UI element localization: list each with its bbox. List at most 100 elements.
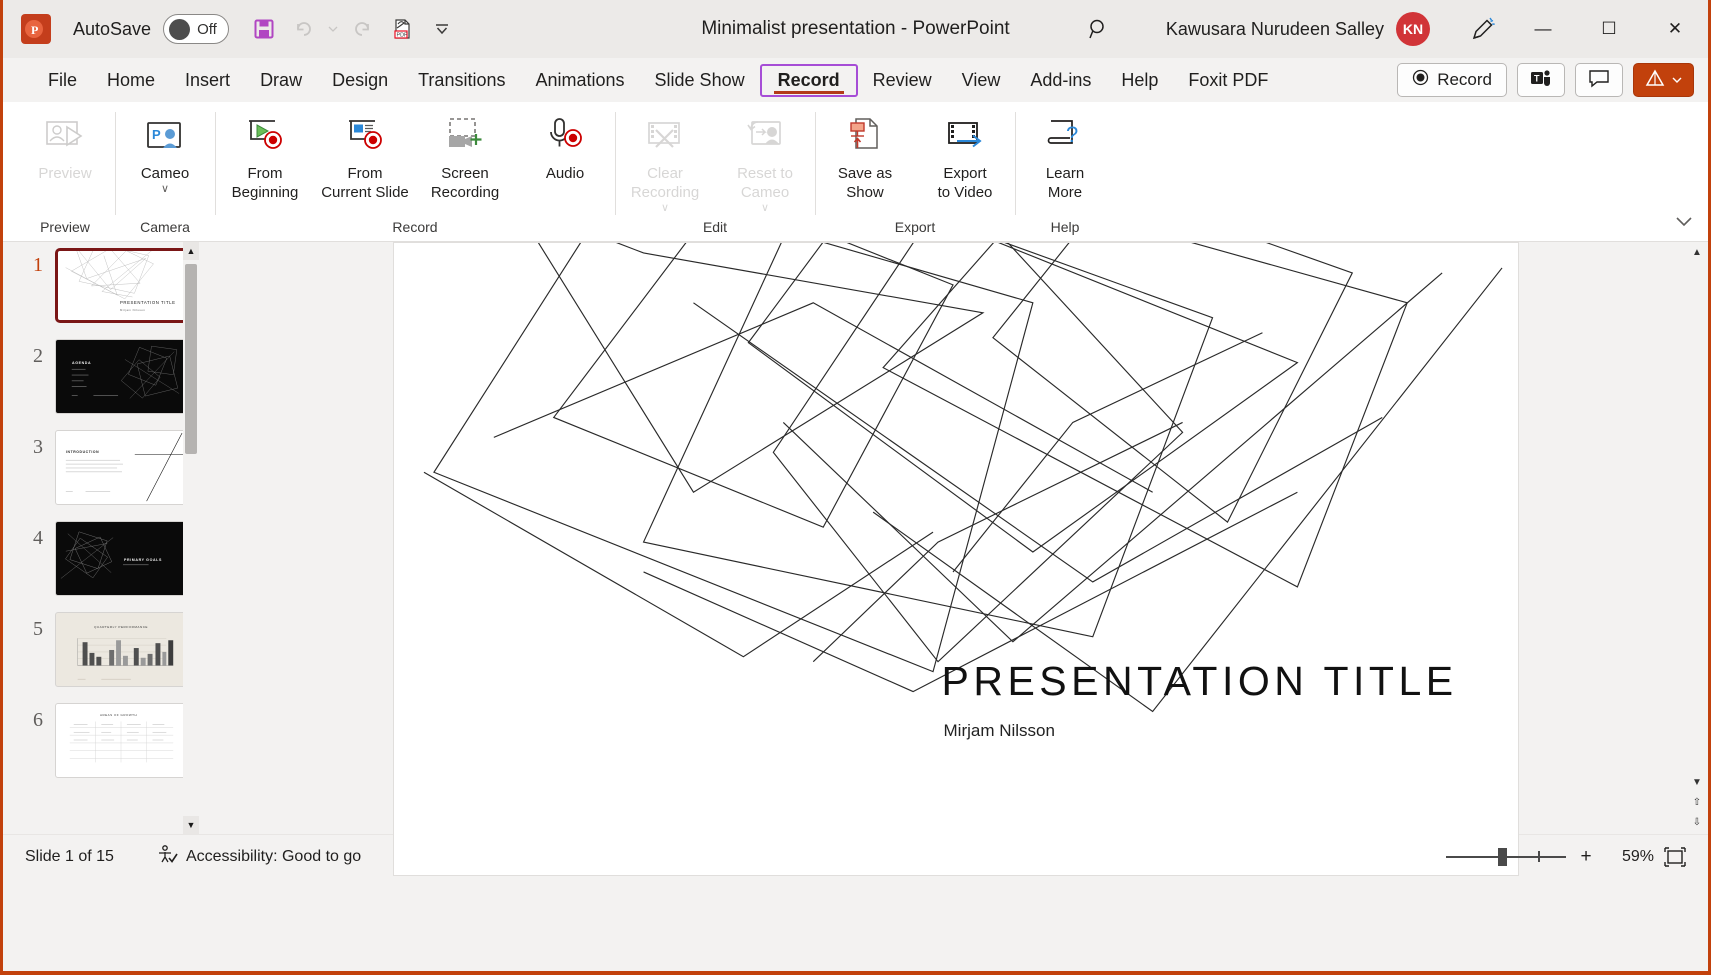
teams-icon: T [1530, 68, 1552, 93]
user-name-label: Kawusara Nurudeen Salley [1166, 19, 1384, 40]
audio-button[interactable]: Audio [517, 110, 613, 187]
title-bar: P AutoSave Off [3, 0, 1708, 58]
ink-pen-icon[interactable] [1456, 6, 1510, 52]
teams-button[interactable]: T [1517, 63, 1565, 97]
undo-icon[interactable] [285, 10, 323, 48]
zoom-percent-label[interactable]: 59% [1606, 848, 1654, 866]
reset-to-cameo-button[interactable]: Reset to Cameo ∨ [717, 110, 813, 218]
save-as-show-button[interactable]: Save as Show [817, 110, 913, 206]
accessibility-icon [156, 844, 178, 871]
thumbnail-scroll-thumb[interactable] [185, 264, 197, 454]
save-icon[interactable] [245, 10, 283, 48]
slide-scroll-down-icon[interactable]: ▼ [1688, 772, 1706, 792]
export-pdf-icon[interactable]: PDF [383, 10, 421, 48]
zoom-default-tick [1538, 851, 1540, 862]
avatar[interactable]: KN [1396, 12, 1430, 46]
tab-record[interactable]: Record [760, 64, 858, 97]
tab-view[interactable]: View [947, 65, 1016, 96]
thumbnail-row-4[interactable]: 4 PRIMARY GOALS [3, 521, 203, 596]
slide-thumbnail-1[interactable]: PRESENTATION TITLE Mirjam Nilsson [55, 248, 188, 323]
slide-subtitle[interactable]: Mirjam Nilsson [944, 721, 1055, 741]
thumbnail-row-3[interactable]: 3 INTRODUCTION [3, 430, 203, 505]
thumbnail-row-6[interactable]: 6 AREAS OF GROWTH [3, 703, 203, 778]
svg-text:P: P [31, 23, 38, 37]
screen-recording-label: Screen Recording [431, 164, 499, 202]
zoom-slider-handle[interactable] [1498, 848, 1507, 866]
clear-recording-button[interactable]: Clear Recording ∨ [617, 110, 713, 218]
slide-scroll-up-icon[interactable]: ▲ [1688, 242, 1706, 262]
ribbon-group-export: Save as Show Export to Video Export [815, 102, 1015, 241]
powerpoint-logo-icon: P [21, 14, 51, 44]
fit-slide-to-window-button[interactable] [1658, 841, 1692, 873]
slide-thumbnail-5[interactable]: QUARTERLY PERFORMANCE [55, 612, 188, 687]
thumbnail-scrollbar[interactable]: ▲ ▼ [183, 242, 199, 834]
undo-dropdown-icon[interactable] [325, 10, 341, 48]
tab-animations[interactable]: Animations [520, 65, 639, 96]
thumbnail-row-5[interactable]: 5 [3, 612, 203, 687]
next-slide-icon[interactable]: ⇩ [1688, 812, 1706, 832]
close-button[interactable]: ✕ [1642, 0, 1708, 58]
tab-review[interactable]: Review [858, 65, 947, 96]
svg-text:?: ? [1066, 122, 1078, 147]
slide-scrollbar[interactable]: ▲ ▼ ⇧ ⇩ [1688, 242, 1706, 834]
thumbnail-title: INTRODUCTION [66, 450, 99, 454]
search-icon[interactable] [1076, 6, 1122, 52]
autosave-toggle[interactable]: Off [163, 14, 229, 44]
reset-to-cameo-dropdown-icon[interactable]: ∨ [761, 203, 769, 214]
slide-title[interactable]: PRESENTATION TITLE [942, 658, 1458, 705]
preview-button[interactable]: Preview [17, 110, 113, 187]
slide-counter[interactable]: Slide 1 of 15 [19, 844, 120, 870]
maximize-button[interactable]: ☐ [1576, 0, 1642, 58]
clear-recording-dropdown-icon[interactable]: ∨ [661, 203, 669, 214]
screen-recording-button[interactable]: Screen Recording [417, 110, 513, 206]
tab-draw[interactable]: Draw [245, 65, 317, 96]
export-to-video-label: Export to Video [938, 164, 993, 202]
thumbnail-number: 4 [17, 521, 43, 550]
comments-button[interactable] [1575, 63, 1623, 97]
zoom-in-button[interactable]: + [1576, 846, 1596, 868]
svg-text:P: P [152, 127, 161, 142]
redo-icon[interactable] [343, 10, 381, 48]
collapse-ribbon-icon[interactable] [1674, 214, 1694, 233]
thumbnail-row-2[interactable]: 2 AGENDA [3, 339, 203, 414]
record-from-beginning-button[interactable]: From Beginning [217, 110, 313, 206]
export-to-video-button[interactable]: Export to Video [917, 110, 1013, 206]
minimize-button[interactable]: — [1510, 0, 1576, 58]
tab-add-ins[interactable]: Add-ins [1015, 65, 1106, 96]
slide-editing-pane: PRESENTATION TITLE Mirjam Nilsson ▲ ▼ ⇧ … [203, 242, 1708, 834]
tab-foxit-pdf[interactable]: Foxit PDF [1173, 65, 1283, 96]
tab-transitions[interactable]: Transitions [403, 65, 520, 96]
preview-button-label: Preview [38, 164, 91, 183]
share-dropdown-icon[interactable] [1671, 70, 1683, 90]
slide-thumbnail-3[interactable]: INTRODUCTION [55, 430, 188, 505]
clear-recording-icon [642, 114, 688, 160]
current-slide[interactable]: PRESENTATION TITLE Mirjam Nilsson [393, 242, 1519, 876]
record-from-current-slide-button[interactable]: From Current Slide [317, 110, 413, 206]
save-as-show-icon [842, 114, 888, 160]
zoom-track[interactable] [1446, 856, 1566, 858]
cameo-dropdown-icon[interactable]: ∨ [161, 184, 169, 195]
share-button[interactable] [1633, 63, 1694, 97]
ribbon-group-label-record: Record [215, 219, 615, 241]
record-button[interactable]: Record [1397, 63, 1507, 97]
titlebar-right: Kawusara Nurudeen Salley KN — ☐ ✕ [1076, 0, 1708, 58]
thumbnail-scroll-up-icon[interactable]: ▲ [183, 242, 199, 260]
tab-design[interactable]: Design [317, 65, 403, 96]
ribbon-group-label-help: Help [1015, 219, 1115, 241]
tab-file[interactable]: File [33, 65, 92, 96]
tab-help[interactable]: Help [1106, 65, 1173, 96]
learn-more-button[interactable]: ? Learn More [1017, 110, 1113, 206]
slide-thumbnail-2[interactable]: AGENDA [55, 339, 188, 414]
tab-home[interactable]: Home [92, 65, 170, 96]
slide-thumbnail-6[interactable]: AREAS OF GROWTH [55, 703, 188, 778]
thumbnail-scroll-down-icon[interactable]: ▼ [183, 816, 199, 834]
cameo-button[interactable]: P Cameo ∨ [117, 110, 213, 199]
tab-slide-show[interactable]: Slide Show [640, 65, 760, 96]
window-bottom-accent [3, 971, 1708, 975]
thumbnail-row-1[interactable]: 1 PRESENTATION TITLE Mirjam Nilss [3, 248, 203, 323]
tab-insert[interactable]: Insert [170, 65, 245, 96]
slide-thumbnail-4[interactable]: PRIMARY GOALS [55, 521, 188, 596]
customize-quick-access-toolbar-icon[interactable] [423, 10, 461, 48]
previous-slide-icon[interactable]: ⇧ [1688, 792, 1706, 812]
accessibility-status[interactable]: Accessibility: Good to go [150, 840, 367, 875]
